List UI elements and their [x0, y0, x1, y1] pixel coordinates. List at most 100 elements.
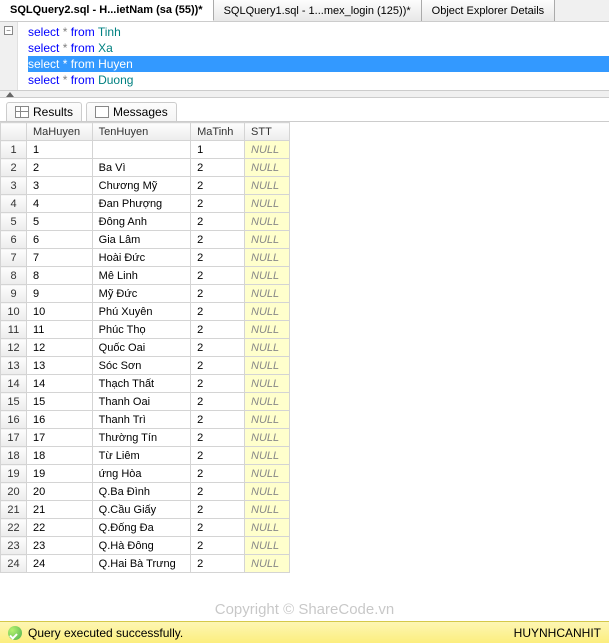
- row-number[interactable]: 8: [1, 267, 27, 285]
- cell-tenhuyen[interactable]: Mê Linh: [92, 267, 190, 285]
- table-row[interactable]: 55Đông Anh2NULL: [1, 213, 290, 231]
- row-number[interactable]: 13: [1, 357, 27, 375]
- cell-matinh[interactable]: 2: [191, 555, 245, 573]
- cell-matinh[interactable]: 2: [191, 537, 245, 555]
- cell-mahuyen[interactable]: 4: [27, 195, 93, 213]
- cell-stt[interactable]: NULL: [245, 321, 290, 339]
- cell-mahuyen[interactable]: 24: [27, 555, 93, 573]
- cell-tenhuyen[interactable]: Phúc Thọ: [92, 321, 190, 339]
- cell-stt[interactable]: NULL: [245, 267, 290, 285]
- row-number[interactable]: 5: [1, 213, 27, 231]
- cell-stt[interactable]: NULL: [245, 141, 290, 159]
- cell-matinh[interactable]: 2: [191, 357, 245, 375]
- cell-tenhuyen[interactable]: Chương Mỹ: [92, 177, 190, 195]
- cell-tenhuyen[interactable]: Mỹ Đức: [92, 285, 190, 303]
- table-row[interactable]: 1212Quốc Oai2NULL: [1, 339, 290, 357]
- cell-tenhuyen[interactable]: Gia Lâm: [92, 231, 190, 249]
- cell-mahuyen[interactable]: 19: [27, 465, 93, 483]
- cell-mahuyen[interactable]: 2: [27, 159, 93, 177]
- cell-mahuyen[interactable]: 23: [27, 537, 93, 555]
- cell-mahuyen[interactable]: 1: [27, 141, 93, 159]
- table-row[interactable]: 77Hoài Đức2NULL: [1, 249, 290, 267]
- row-number[interactable]: 2: [1, 159, 27, 177]
- row-header-corner[interactable]: [1, 123, 27, 141]
- table-row[interactable]: 44Đan Phượng2NULL: [1, 195, 290, 213]
- cell-matinh[interactable]: 2: [191, 177, 245, 195]
- row-number[interactable]: 15: [1, 393, 27, 411]
- cell-tenhuyen[interactable]: Phú Xuyên: [92, 303, 190, 321]
- col-header-mahuyen[interactable]: MaHuyen: [27, 123, 93, 141]
- cell-mahuyen[interactable]: 10: [27, 303, 93, 321]
- sql-line-2[interactable]: select * from Huyen: [28, 56, 609, 72]
- cell-mahuyen[interactable]: 6: [27, 231, 93, 249]
- cell-stt[interactable]: NULL: [245, 177, 290, 195]
- tab-messages[interactable]: Messages: [86, 102, 177, 121]
- cell-matinh[interactable]: 2: [191, 393, 245, 411]
- cell-tenhuyen[interactable]: Thanh Oai: [92, 393, 190, 411]
- tab-results[interactable]: Results: [6, 102, 82, 121]
- cell-mahuyen[interactable]: 17: [27, 429, 93, 447]
- row-number[interactable]: 3: [1, 177, 27, 195]
- cell-matinh[interactable]: 2: [191, 249, 245, 267]
- cell-matinh[interactable]: 2: [191, 213, 245, 231]
- cell-tenhuyen[interactable]: Thường Tín: [92, 429, 190, 447]
- cell-tenhuyen[interactable]: Q.Đống Đa: [92, 519, 190, 537]
- cell-stt[interactable]: NULL: [245, 429, 290, 447]
- cell-stt[interactable]: NULL: [245, 159, 290, 177]
- table-row[interactable]: 1515Thanh Oai2NULL: [1, 393, 290, 411]
- row-number[interactable]: 24: [1, 555, 27, 573]
- cell-tenhuyen[interactable]: Hoài Đức: [92, 249, 190, 267]
- document-tab-1[interactable]: SQLQuery1.sql - 1...mex_login (125))*: [214, 0, 422, 21]
- table-row[interactable]: 1818Từ Liêm2NULL: [1, 447, 290, 465]
- row-number[interactable]: 17: [1, 429, 27, 447]
- row-number[interactable]: 20: [1, 483, 27, 501]
- cell-matinh[interactable]: 2: [191, 303, 245, 321]
- table-row[interactable]: 1010Phú Xuyên2NULL: [1, 303, 290, 321]
- table-row[interactable]: 1313Sóc Sơn2NULL: [1, 357, 290, 375]
- cell-matinh[interactable]: 2: [191, 519, 245, 537]
- cell-mahuyen[interactable]: 7: [27, 249, 93, 267]
- cell-mahuyen[interactable]: 22: [27, 519, 93, 537]
- cell-mahuyen[interactable]: 21: [27, 501, 93, 519]
- table-row[interactable]: 99Mỹ Đức2NULL: [1, 285, 290, 303]
- row-number[interactable]: 7: [1, 249, 27, 267]
- cell-matinh[interactable]: 2: [191, 267, 245, 285]
- col-header-matinh[interactable]: MaTinh: [191, 123, 245, 141]
- cell-stt[interactable]: NULL: [245, 447, 290, 465]
- document-tab-0[interactable]: SQLQuery2.sql - H...ietNam (sa (55))*: [0, 0, 214, 21]
- cell-stt[interactable]: NULL: [245, 393, 290, 411]
- cell-matinh[interactable]: 2: [191, 429, 245, 447]
- table-row[interactable]: 2222Q.Đống Đa2NULL: [1, 519, 290, 537]
- cell-mahuyen[interactable]: 8: [27, 267, 93, 285]
- cell-mahuyen[interactable]: 14: [27, 375, 93, 393]
- cell-tenhuyen[interactable]: Ba Vì: [92, 159, 190, 177]
- table-row[interactable]: 33Chương Mỹ2NULL: [1, 177, 290, 195]
- cell-matinh[interactable]: 2: [191, 501, 245, 519]
- sql-line-1[interactable]: select * from Xa: [28, 40, 609, 56]
- cell-matinh[interactable]: 2: [191, 231, 245, 249]
- table-row[interactable]: 66Gia Lâm2NULL: [1, 231, 290, 249]
- row-number[interactable]: 6: [1, 231, 27, 249]
- sql-line-3[interactable]: select * from Duong: [28, 72, 609, 88]
- cell-stt[interactable]: NULL: [245, 285, 290, 303]
- table-row[interactable]: 1919ứng Hòa2NULL: [1, 465, 290, 483]
- cell-matinh[interactable]: 2: [191, 465, 245, 483]
- table-row[interactable]: 88Mê Linh2NULL: [1, 267, 290, 285]
- table-row[interactable]: 1414Thạch Thất2NULL: [1, 375, 290, 393]
- cell-matinh[interactable]: 2: [191, 339, 245, 357]
- cell-stt[interactable]: NULL: [245, 303, 290, 321]
- col-header-tenhuyen[interactable]: TenHuyen: [92, 123, 190, 141]
- cell-matinh[interactable]: 1: [191, 141, 245, 159]
- row-number[interactable]: 16: [1, 411, 27, 429]
- row-number[interactable]: 22: [1, 519, 27, 537]
- sql-line-0[interactable]: select * from Tinh: [28, 24, 609, 40]
- cell-mahuyen[interactable]: 13: [27, 357, 93, 375]
- splitter[interactable]: [0, 90, 609, 98]
- cell-mahuyen[interactable]: 15: [27, 393, 93, 411]
- cell-mahuyen[interactable]: 18: [27, 447, 93, 465]
- cell-mahuyen[interactable]: 20: [27, 483, 93, 501]
- row-number[interactable]: 10: [1, 303, 27, 321]
- cell-tenhuyen[interactable]: Sóc Sơn: [92, 357, 190, 375]
- cell-matinh[interactable]: 2: [191, 447, 245, 465]
- cell-mahuyen[interactable]: 11: [27, 321, 93, 339]
